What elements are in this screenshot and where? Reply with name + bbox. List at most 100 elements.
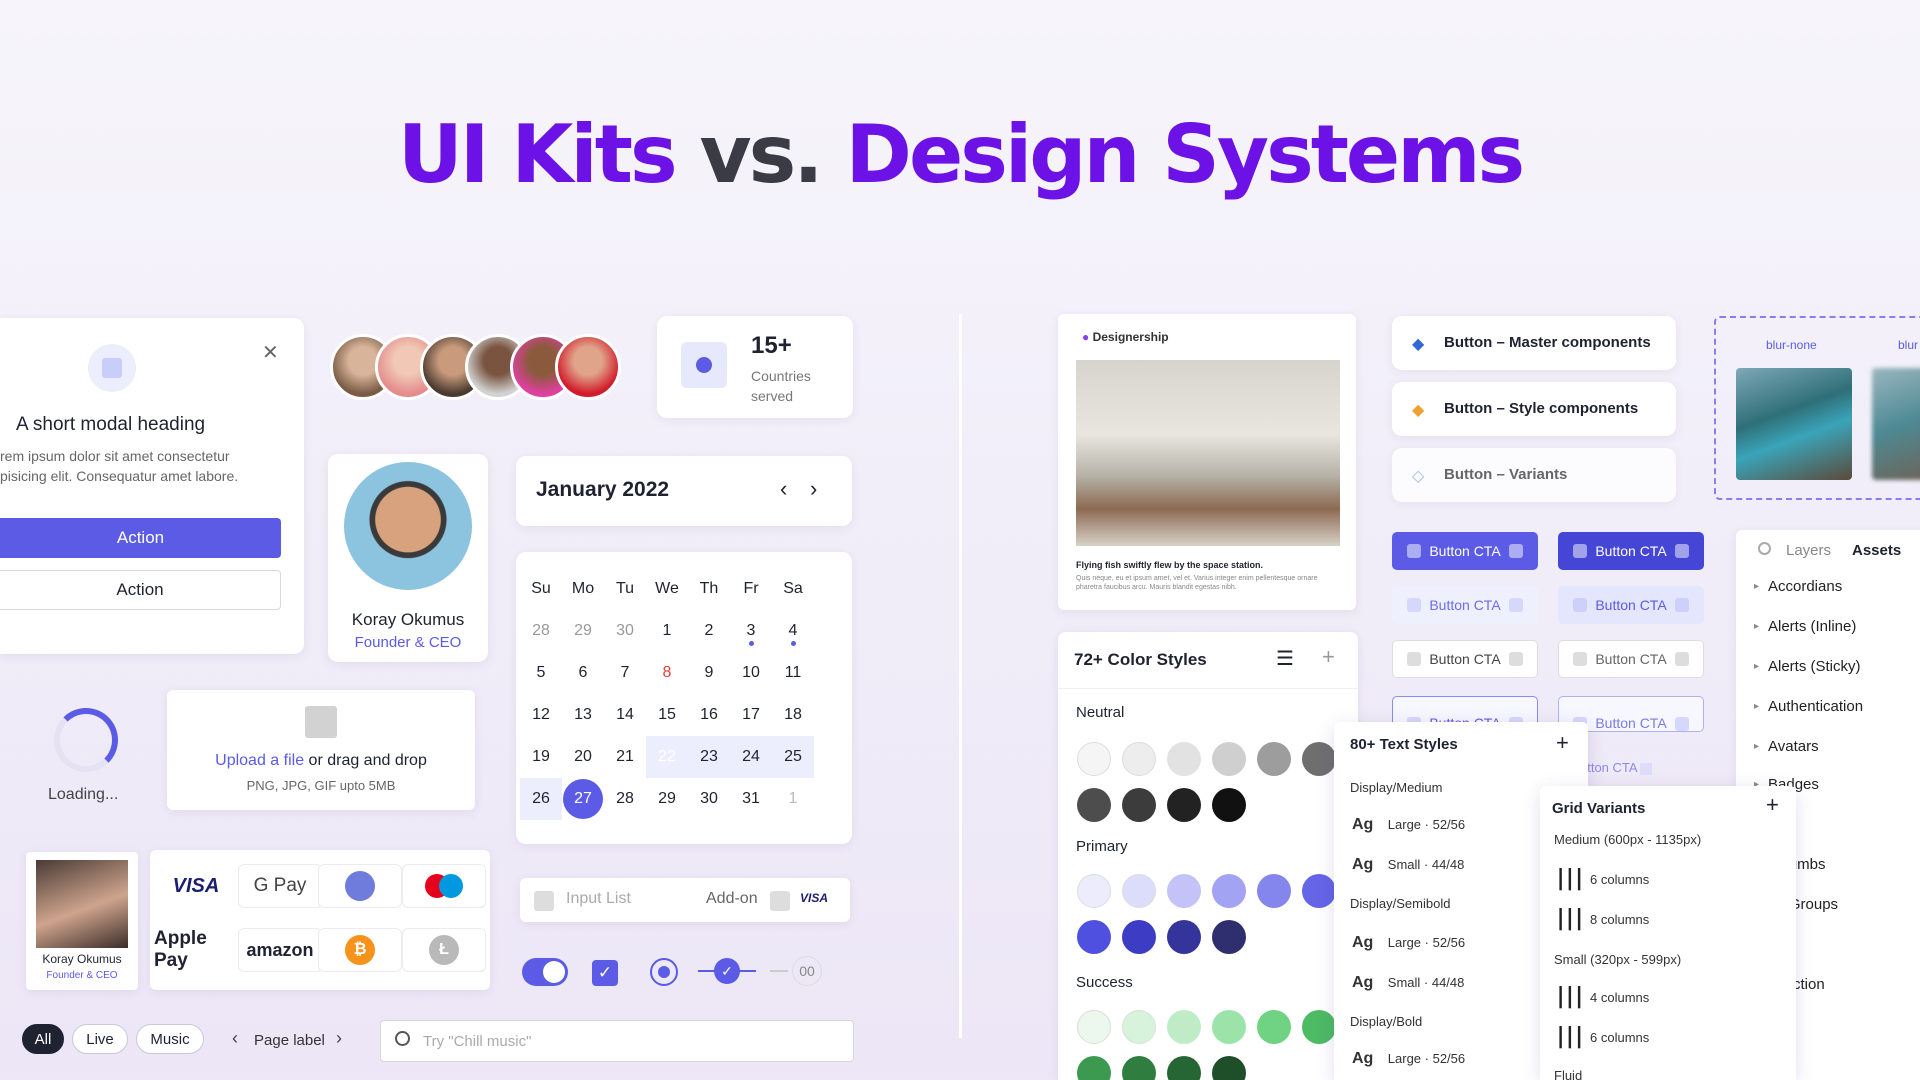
color-swatch[interactable] xyxy=(1302,742,1336,776)
color-swatch[interactable] xyxy=(1077,742,1111,776)
color-swatch[interactable] xyxy=(1122,874,1156,908)
chevron-left-icon[interactable]: ‹ xyxy=(232,1028,238,1049)
calendar-day[interactable]: 28 xyxy=(604,778,646,820)
chip-music[interactable]: Music xyxy=(136,1024,204,1054)
toggle[interactable] xyxy=(522,958,568,986)
grid-option[interactable]: 6 columns xyxy=(1590,1030,1649,1045)
color-swatch[interactable] xyxy=(1122,920,1156,954)
calendar-day[interactable]: 8 xyxy=(646,652,688,694)
calendar-day[interactable]: 6 xyxy=(562,652,604,694)
color-swatch[interactable] xyxy=(1212,874,1246,908)
radio[interactable] xyxy=(650,958,678,986)
color-swatch[interactable] xyxy=(1167,1010,1201,1044)
color-swatch[interactable] xyxy=(1257,1010,1291,1044)
calendar-day[interactable]: 23 xyxy=(688,736,730,778)
color-swatch[interactable] xyxy=(1077,788,1111,822)
cta-button[interactable]: Button CTA xyxy=(1392,586,1538,624)
calendar-day[interactable]: 11 xyxy=(772,652,814,694)
calendar-day[interactable]: 12 xyxy=(520,694,562,736)
chevron-right-icon[interactable]: › xyxy=(810,476,817,502)
asset-item[interactable]: Accordians xyxy=(1754,578,1842,595)
color-swatch[interactable] xyxy=(1167,742,1201,776)
calendar-day[interactable]: 26 xyxy=(520,778,562,820)
asset-item[interactable]: Avatars xyxy=(1754,738,1818,755)
file-upload[interactable]: Upload a file or drag and drop PNG, JPG,… xyxy=(167,690,475,810)
plus-icon[interactable]: + xyxy=(1556,730,1569,756)
cta-button[interactable]: Button CTA xyxy=(1392,640,1538,678)
search-input[interactable]: Try "Chill music" xyxy=(380,1020,854,1062)
calendar-day[interactable]: 1 xyxy=(646,610,688,652)
color-swatch[interactable] xyxy=(1212,742,1246,776)
calendar-day[interactable]: 16 xyxy=(688,694,730,736)
upload-link[interactable]: Upload a file xyxy=(215,752,304,769)
calendar-day-selected[interactable]: 22 xyxy=(646,736,688,778)
grid-option[interactable]: 6 columns xyxy=(1590,872,1649,887)
chip-live[interactable]: Live xyxy=(72,1024,128,1054)
text-style-small[interactable]: Ag Small · 44/48 xyxy=(1352,856,1464,874)
slider[interactable]: ✓ xyxy=(698,958,756,984)
component-variants[interactable]: ◇ Button – Variants xyxy=(1392,448,1676,502)
calendar-day[interactable]: 2 xyxy=(688,610,730,652)
calendar-day[interactable]: 30 xyxy=(604,610,646,652)
calendar-day[interactable]: 25 xyxy=(772,736,814,778)
cta-button[interactable]: Button CTA xyxy=(1392,532,1538,570)
color-swatch[interactable] xyxy=(1122,788,1156,822)
calendar-day[interactable]: 20 xyxy=(562,736,604,778)
text-style-large[interactable]: Ag Large · 52/56 xyxy=(1352,816,1465,834)
calendar-day[interactable]: 15 xyxy=(646,694,688,736)
color-swatch[interactable] xyxy=(1212,920,1246,954)
grid-option[interactable]: 4 columns xyxy=(1590,990,1649,1005)
calendar-day[interactable]: 31 xyxy=(730,778,772,820)
calendar-day[interactable]: 14 xyxy=(604,694,646,736)
cta-button[interactable]: Button CTA xyxy=(1558,640,1704,678)
color-swatch[interactable] xyxy=(1077,1010,1111,1044)
calendar-day[interactable]: 19 xyxy=(520,736,562,778)
checkbox[interactable]: ✓ xyxy=(592,960,618,986)
text-style-large[interactable]: Ag Large · 52/56 xyxy=(1352,1050,1465,1068)
color-swatch[interactable] xyxy=(1302,874,1336,908)
calendar-day[interactable]: 7 xyxy=(604,652,646,694)
search-icon[interactable] xyxy=(1758,542,1771,555)
asset-item[interactable]: Alerts (Inline) xyxy=(1754,618,1856,635)
color-swatch[interactable] xyxy=(1257,874,1291,908)
calendar-day[interactable]: 29 xyxy=(562,610,604,652)
component-style[interactable]: ◆ Button – Style components xyxy=(1392,382,1676,436)
grid-option[interactable]: 8 columns xyxy=(1590,912,1649,927)
close-icon[interactable]: ✕ xyxy=(262,340,279,365)
cta-button-partial[interactable]: utton CTA xyxy=(1580,760,1653,775)
chevron-left-icon[interactable]: ‹ xyxy=(780,476,787,502)
chevron-right-icon[interactable]: › xyxy=(336,1028,342,1049)
calendar-day[interactable]: 5 xyxy=(520,652,562,694)
stepper[interactable] xyxy=(770,970,788,972)
calendar-day[interactable]: 10 xyxy=(730,652,772,694)
tab-assets[interactable]: Assets xyxy=(1852,542,1901,559)
color-swatch[interactable] xyxy=(1167,874,1201,908)
calendar-day[interactable]: 24 xyxy=(730,736,772,778)
input-list[interactable]: Input List Add-on VISA xyxy=(520,878,850,922)
asset-item[interactable]: Alerts (Sticky) xyxy=(1754,658,1860,675)
list-icon[interactable]: ☰ xyxy=(1276,646,1294,671)
asset-item[interactable]: Authentication xyxy=(1754,698,1863,715)
color-swatch[interactable] xyxy=(1077,920,1111,954)
modal-secondary-button[interactable]: Action xyxy=(0,570,281,610)
plus-icon[interactable]: + xyxy=(1322,644,1335,670)
text-style-small[interactable]: Ag Small · 44/48 xyxy=(1352,974,1464,992)
color-swatch[interactable] xyxy=(1122,742,1156,776)
calendar-day[interactable]: 9 xyxy=(688,652,730,694)
calendar-day[interactable]: 3 xyxy=(730,610,772,652)
calendar-day[interactable]: 28 xyxy=(520,610,562,652)
color-swatch[interactable] xyxy=(1212,1010,1246,1044)
calendar-day[interactable]: 30 xyxy=(688,778,730,820)
cta-button[interactable]: Button CTA xyxy=(1558,586,1704,624)
tab-layers[interactable]: Layers xyxy=(1786,542,1831,559)
color-swatch[interactable] xyxy=(1167,788,1201,822)
calendar-day[interactable]: 21 xyxy=(604,736,646,778)
calendar-day[interactable]: 18 xyxy=(772,694,814,736)
color-swatch[interactable] xyxy=(1077,874,1111,908)
calendar-day[interactable]: 17 xyxy=(730,694,772,736)
calendar-day[interactable]: 13 xyxy=(562,694,604,736)
color-swatch[interactable] xyxy=(1212,788,1246,822)
calendar-day[interactable]: 4 xyxy=(772,610,814,652)
modal-primary-button[interactable]: Action xyxy=(0,518,281,558)
calendar-day-selected[interactable]: 27 xyxy=(562,778,604,820)
